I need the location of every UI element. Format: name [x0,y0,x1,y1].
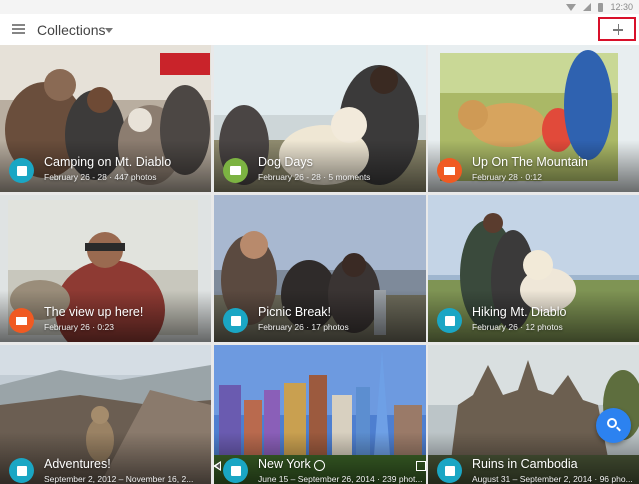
wifi-icon [566,3,577,11]
story-book-icon [230,166,241,175]
battery-icon [598,2,604,12]
chevron-down-icon[interactable] [105,28,113,33]
app-screen: 12:30 Collections Camping on Mt. Diablo … [0,0,639,484]
photo-album-icon [444,465,455,476]
movie-icon [444,166,455,175]
recents-icon[interactable] [416,461,426,471]
collection-subtitle: June 15 – September 26, 2014 · 239 phot.… [258,474,423,484]
collection-card[interactable]: Picnic Break! February 26 · 17 photos [214,195,426,342]
home-icon[interactable] [314,460,325,471]
collection-title: Camping on Mt. Diablo [44,155,172,169]
collection-type-badge [9,158,34,183]
collection-card[interactable]: Hiking Mt. Diablo February 26 · 12 photo… [428,195,639,342]
collection-type-badge [437,308,462,333]
search-icon-handle [616,426,621,432]
collection-subtitle: February 26 - 28 · 447 photos [44,172,157,182]
menu-icon[interactable] [12,24,25,34]
add-collection-button[interactable] [598,17,636,41]
photo-album-icon [230,315,241,326]
photo-album-icon [444,315,455,326]
collection-title: New York [258,457,311,471]
collection-title: The view up here! [44,305,144,319]
collection-subtitle: February 26 · 0:23 [44,322,114,332]
photo-album-icon [16,165,27,176]
collection-title: Up On The Mountain [472,155,588,169]
collection-title: Picnic Break! [258,305,331,319]
collection-type-badge [223,158,248,183]
collection-subtitle: February 28 · 0:12 [472,172,542,182]
collection-card[interactable]: Up On The Mountain February 28 · 0:12 [428,45,639,192]
collection-subtitle: August 31 – September 2, 2014 · 96 pho..… [472,474,633,484]
collection-subtitle: September 2, 2012 – November 16, 2... [44,474,194,484]
collection-subtitle: February 26 · 17 photos [258,322,349,332]
collection-card[interactable]: Adventures! September 2, 2012 – November… [0,345,211,484]
collection-type-badge [223,308,248,333]
collection-type-badge [437,458,462,483]
collection-title: Dog Days [258,155,313,169]
collection-subtitle: February 26 · 12 photos [472,322,563,332]
status-bar: 12:30 [0,0,639,14]
photo-album-icon [16,465,27,476]
collection-card[interactable]: The view up here! February 26 · 0:23 [0,195,211,342]
photo-album-icon [230,465,241,476]
collection-type-badge [9,308,34,333]
collection-type-badge [223,458,248,483]
collection-card[interactable]: Dog Days February 26 - 28 · 5 moments [214,45,426,192]
signal-icon [583,3,592,11]
search-button[interactable] [596,408,631,443]
plus-icon-stroke [617,24,619,35]
collection-title: Ruins in Cambodia [472,457,578,471]
collection-title: Adventures! [44,457,111,471]
app-bar: Collections [0,14,639,45]
collection-card[interactable]: Camping on Mt. Diablo February 26 - 28 ·… [0,45,211,192]
page-title[interactable]: Collections [37,22,105,38]
collection-type-badge [9,458,34,483]
status-time: 12:30 [610,2,633,12]
movie-icon [16,316,27,325]
collection-type-badge [437,158,462,183]
collection-subtitle: February 26 - 28 · 5 moments [258,172,371,182]
collection-title: Hiking Mt. Diablo [472,305,567,319]
back-icon-inner [216,463,220,469]
